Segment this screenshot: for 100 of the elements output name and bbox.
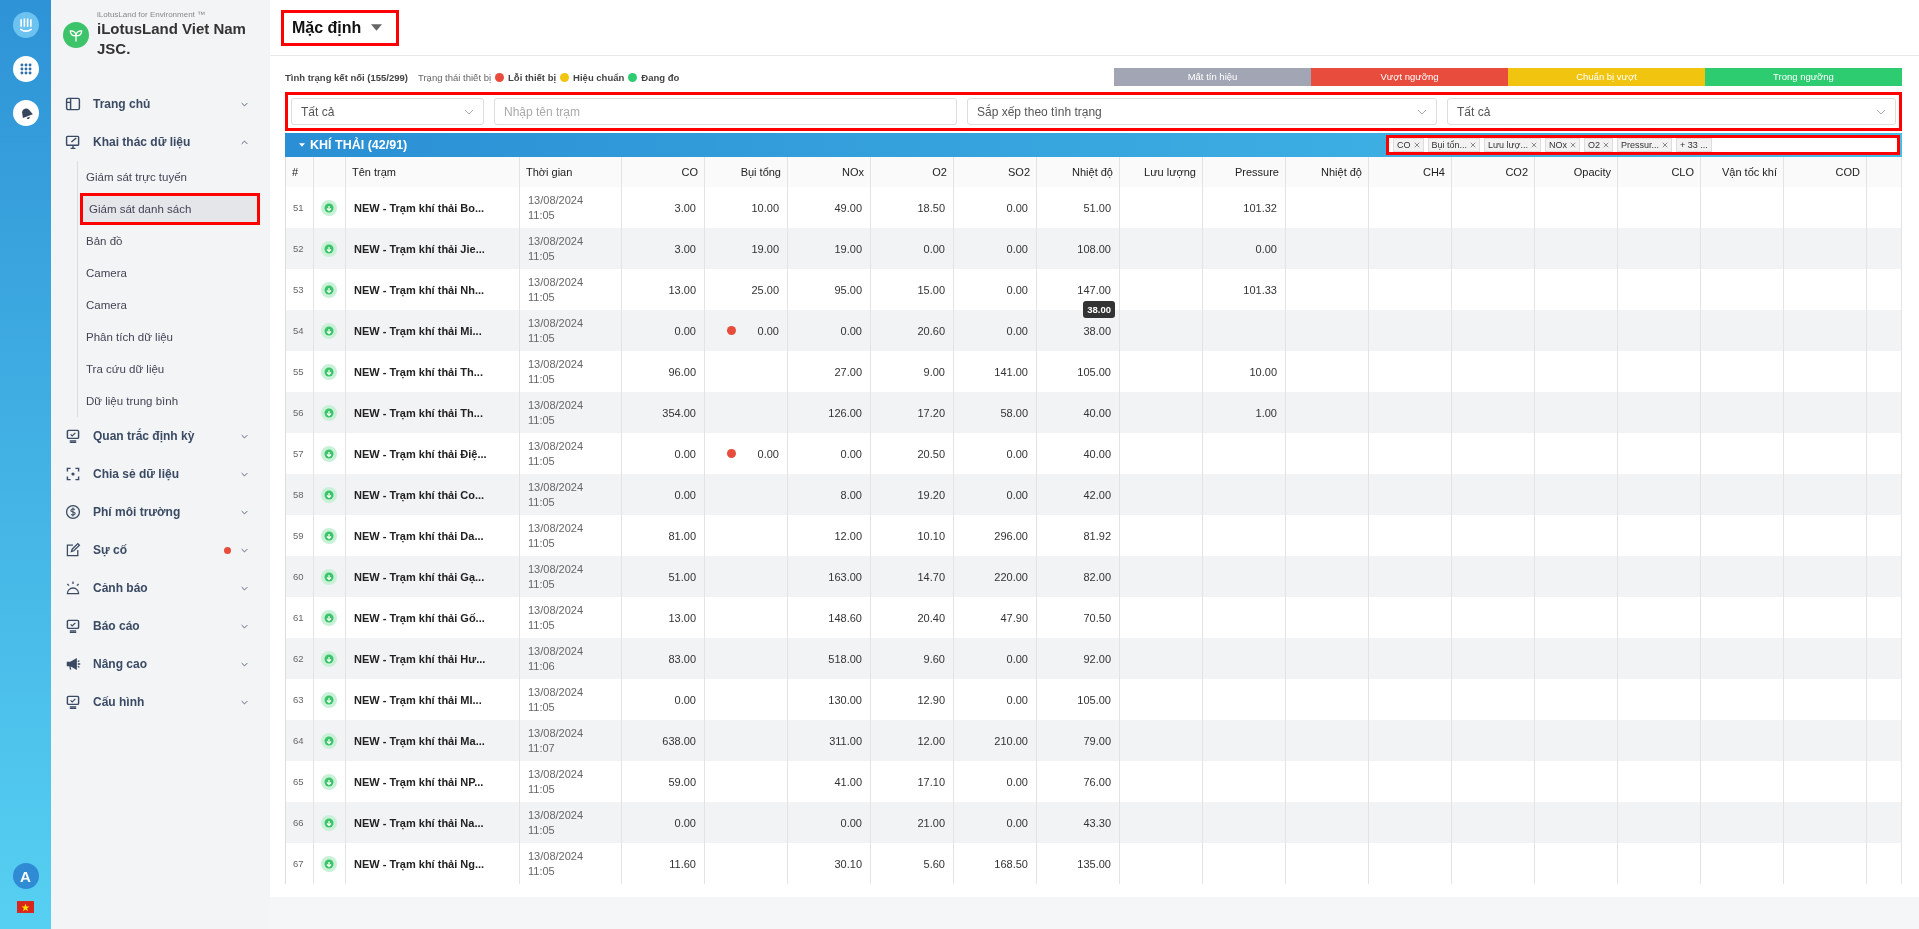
menu-icon <box>65 656 81 672</box>
station-name[interactable]: NEW - Trạm khí thải MI... <box>354 693 482 706</box>
station-name[interactable]: NEW - Trạm khí thải Jie... <box>354 242 485 255</box>
timestamp: 13/08/2024 11:05 <box>528 807 584 838</box>
menu-icon <box>65 466 81 482</box>
table-cell: 13.00 <box>668 611 696 624</box>
column-tag[interactable]: NOx <box>1545 138 1580 152</box>
station-name[interactable]: NEW - Trạm khí thải Bo... <box>354 201 485 214</box>
station-status-icon <box>321 199 337 216</box>
table-row[interactable]: 56 NEW - Trạm khí thải Th... 13/08/2024 11:05 354.00 126.00 17.20 58.00 40.00 1.00 <box>286 392 1902 433</box>
row-number: 53 <box>293 284 304 295</box>
table-row[interactable]: 58 NEW - Trạm khí thải Co... 13/08/2024 11:05 0.00 8.00 19.20 0.00 42.00 <box>286 474 1902 515</box>
status-label: Đang đo <box>641 71 680 83</box>
column-tag[interactable]: Pressur... <box>1617 138 1673 152</box>
close-icon[interactable] <box>1570 142 1576 148</box>
filter-select[interactable]: Tất cả <box>1447 98 1896 125</box>
submenu-item[interactable]: Camera <box>80 289 260 321</box>
menu-item[interactable]: Cấu hình <box>65 683 260 721</box>
submenu-item[interactable]: Phân tích dữ liệu <box>80 321 260 353</box>
more-tags-chip[interactable]: + 33 ... <box>1676 138 1712 152</box>
close-icon[interactable] <box>1470 142 1477 148</box>
legend-item: Vượt ngưỡng <box>1311 68 1508 86</box>
table-cell: 19.00 <box>834 242 862 255</box>
status-label: Lỗi thiết bị <box>508 71 557 83</box>
section-header[interactable]: KHÍ THẢI (42/91) CO Bụi tổn... Lưu lượ... NOx O2 Pressur... + 33 ... <box>285 133 1902 157</box>
station-name[interactable]: NEW - Trạm khí thải Th... <box>354 365 483 378</box>
menu-item[interactable]: Báo cáo <box>65 607 260 645</box>
table-cell: 0.00 <box>674 816 696 829</box>
station-name[interactable]: NEW - Trạm khí thải Hư... <box>354 652 486 665</box>
station-search-field[interactable]: Nhập tên trạm <box>494 98 957 125</box>
menu-item[interactable]: Chia sẻ dữ liệu <box>65 455 260 493</box>
station-name[interactable]: NEW - Trạm khí thải Gố... <box>354 611 485 624</box>
table-row[interactable]: 64 NEW - Trạm khí thải Ma... 13/08/2024 11:07 638.00 311.00 12.00 210.00 79.00 <box>286 720 1902 761</box>
row-number: 54 <box>293 325 304 336</box>
close-icon[interactable] <box>1603 142 1609 148</box>
submenu-item[interactable]: Bản đồ <box>80 225 260 257</box>
chevron-icon <box>241 471 248 477</box>
table-cell: 10.10 <box>917 529 945 542</box>
caret-icon <box>371 24 383 31</box>
menu-item[interactable]: Trang chủ <box>65 85 260 123</box>
row-number: 55 <box>293 366 304 377</box>
menu-item[interactable]: Sự cố <box>65 531 260 569</box>
column-tag[interactable]: CO <box>1393 138 1424 152</box>
station-name[interactable]: NEW - Trạm khí thải NP... <box>354 775 484 788</box>
table-cell: 3.00 <box>674 201 696 214</box>
table-row[interactable]: 62 NEW - Trạm khí thải Hư... 13/08/2024 11:06 83.00 518.00 9.60 0.00 92.00 <box>286 638 1902 679</box>
flag-icon[interactable] <box>17 901 34 913</box>
menu-item[interactable]: Khai thác dữ liệu <box>65 123 260 161</box>
station-status-icon <box>321 855 337 872</box>
column-header: CLO <box>1618 157 1701 187</box>
menu-item[interactable]: Phí môi trường <box>65 493 260 531</box>
close-icon[interactable] <box>1413 142 1420 148</box>
timestamp: 13/08/2024 11:05 <box>528 438 584 469</box>
menu-item[interactable]: Nâng cao <box>65 645 260 683</box>
filter-select[interactable]: Tất cả <box>291 98 484 125</box>
station-name[interactable]: NEW - Trạm khí thải Mi... <box>354 324 482 337</box>
close-icon[interactable] <box>1531 142 1537 148</box>
column-tag[interactable]: Bụi tổn... <box>1427 138 1481 152</box>
apps-grid-icon[interactable] <box>12 56 39 82</box>
user-avatar[interactable]: A <box>12 863 39 889</box>
table-row[interactable]: 60 NEW - Trạm khí thải Gạ... 13/08/2024 11:05 51.00 163.00 14.70 220.00 82.00 <box>286 556 1902 597</box>
chevron-icon <box>1876 108 1886 115</box>
station-name[interactable]: NEW - Trạm khí thải Co... <box>354 488 485 501</box>
bell-icon[interactable] <box>12 100 39 126</box>
column-tag-field[interactable]: CO Bụi tổn... Lưu lượ... NOx O2 Pressur... + 33 ... <box>1386 135 1900 155</box>
submenu-item[interactable]: Tra cứu dữ liệu <box>80 353 260 385</box>
logo-icon[interactable] <box>12 12 39 38</box>
row-number: 63 <box>293 694 304 705</box>
column-tag[interactable]: Lưu lượ... <box>1484 138 1541 152</box>
timestamp: 13/08/2024 11:05 <box>528 233 584 264</box>
station-name[interactable]: NEW - Trạm khí thải Da... <box>354 529 484 542</box>
station-name[interactable]: NEW - Trạm khí thải Th... <box>354 406 483 419</box>
close-icon[interactable] <box>1662 142 1669 148</box>
filter-select[interactable]: Sắp xếp theo tình trạng <box>967 98 1437 125</box>
table-cell: 19.20 <box>917 488 945 501</box>
station-status-icon <box>321 363 337 380</box>
column-tag[interactable]: O2 <box>1584 138 1613 152</box>
table-row[interactable]: 52 NEW - Trạm khí thải Jie... 13/08/2024 11:05 3.00 19.00 19.00 0.00 0.00 108.00 0.00 <box>286 228 1902 269</box>
station-name[interactable]: NEW - Trạm khí thải Điệ... <box>354 447 487 460</box>
table-cell: 59.00 <box>668 775 696 788</box>
station-name[interactable]: NEW - Trạm khí thải Ng... <box>354 857 485 870</box>
submenu-item[interactable]: Camera <box>80 257 260 289</box>
menu-icon <box>65 428 81 444</box>
submenu-item[interactable]: Giám sát danh sách <box>80 193 260 225</box>
station-name[interactable]: NEW - Trạm khí thải Ma... <box>354 734 485 747</box>
table-row[interactable]: 66 NEW - Trạm khí thải Na... 13/08/2024 11:05 0.00 0.00 21.00 0.00 43.30 <box>286 802 1902 843</box>
submenu-item[interactable]: Dữ liệu trung bình <box>80 385 260 417</box>
table-cell: 20.60 <box>917 324 945 337</box>
table-row[interactable]: 67 NEW - Trạm khí thải Ng... 13/08/2024 11:05 11.60 30.10 5.60 168.50 135.00 <box>286 843 1902 884</box>
menu-item[interactable]: Quan trắc định kỳ <box>65 417 260 455</box>
timestamp: 13/08/2024 11:05 <box>528 274 584 305</box>
station-name[interactable]: NEW - Trạm khí thải Nh... <box>354 283 485 296</box>
menu-item[interactable]: Cảnh báo <box>65 569 260 607</box>
table-cell: 25.00 <box>751 283 779 296</box>
station-name[interactable]: NEW - Trạm khí thải Gạ... <box>354 570 485 583</box>
table-cell: 0.00 <box>674 447 696 460</box>
station-name[interactable]: NEW - Trạm khí thải Na... <box>354 816 484 829</box>
timestamp: 13/08/2024 11:05 <box>528 848 584 879</box>
view-selector[interactable]: Mặc định <box>281 9 400 46</box>
submenu-item[interactable]: Giám sát trực tuyến <box>80 161 260 193</box>
